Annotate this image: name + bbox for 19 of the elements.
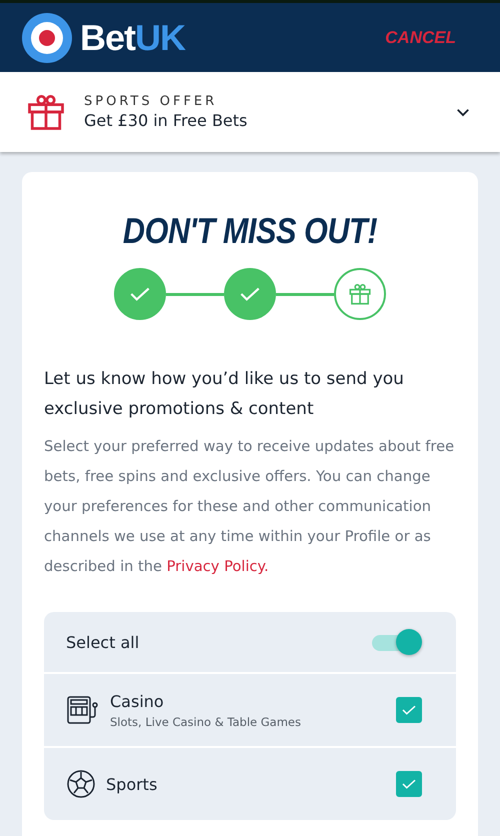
- page-title: DON'T MISS OUT!: [122, 210, 378, 252]
- description-text: Select your preferred way to receive updates about free bets, free spins and exclusive offers. You can change your preferences for these and other communication channels we use at any time within your Profile or as described in the Privacy Policy.: [44, 437, 456, 577]
- cancel-button[interactable]: CANCEL: [385, 24, 456, 52]
- gift-icon: [347, 281, 373, 307]
- preference-title: Casino: [110, 692, 165, 710]
- logo-icon: [22, 12, 72, 62]
- offer-title: Get £30 in Free Bets: [84, 111, 248, 130]
- preference-subtitle: Slots, Live Casino & Table Games: [110, 714, 302, 728]
- football-icon: [66, 769, 96, 799]
- preference-checkbox[interactable]: [396, 697, 422, 723]
- offer-label: SPORTS OFFER: [84, 94, 218, 109]
- privacy-policy-link[interactable]: Privacy Policy.: [166, 558, 269, 575]
- section-heading: Let us know how you’d like us to send you exclusive promotions & content: [44, 368, 405, 421]
- slot-machine-icon: [66, 695, 100, 725]
- select-all-toggle[interactable]: [370, 628, 422, 656]
- preference-checkbox[interactable]: [396, 771, 422, 797]
- preference-title: Sports: [106, 774, 158, 794]
- select-all-label: Select all: [66, 632, 140, 652]
- logo-text: BetUK: [80, 16, 186, 58]
